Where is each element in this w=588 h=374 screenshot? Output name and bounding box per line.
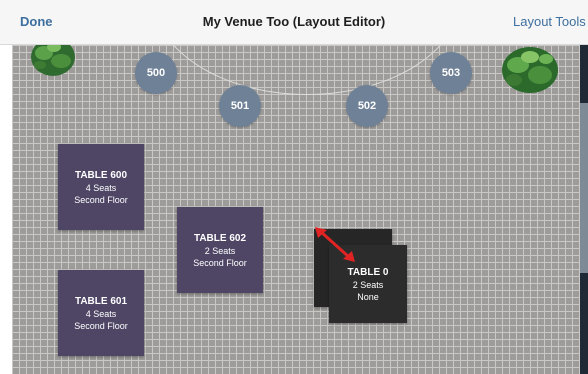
seat-marker[interactable]: 501	[219, 85, 261, 127]
table-seat-count: 4 Seats	[85, 182, 117, 193]
layout-tools-button[interactable]: Layout Tools	[513, 14, 586, 29]
floor-plan-canvas[interactable]: 500 501 502 503 TABLE 600 4 Seats Second…	[12, 45, 588, 374]
wall-edge	[580, 45, 588, 374]
plant-icon	[31, 45, 75, 76]
page-title: My Venue Too (Layout Editor)	[202, 14, 386, 29]
table-name: TABLE 0	[347, 266, 389, 278]
table-seat-count: 2 Seats	[204, 245, 236, 256]
table-area: None	[357, 291, 379, 302]
table-area: Second Floor	[193, 257, 247, 268]
plant-icon	[502, 47, 558, 93]
seating-arc-guide	[152, 45, 462, 95]
table-name: TABLE 602	[193, 232, 247, 244]
table-card[interactable]: TABLE 600 4 Seats Second Floor	[58, 144, 144, 230]
table-name: TABLE 601	[74, 295, 128, 307]
seat-marker[interactable]: 502	[346, 85, 388, 127]
table-area: Second Floor	[74, 320, 128, 331]
table-card[interactable]: TABLE 601 4 Seats Second Floor	[58, 270, 144, 356]
table-seat-count: 4 Seats	[85, 308, 117, 319]
layout-editor-screen: Done My Venue Too (Layout Editor) Layout…	[0, 0, 588, 374]
table-name: TABLE 600	[74, 169, 128, 181]
seat-marker[interactable]: 500	[135, 52, 177, 94]
resize-arrow-icon[interactable]	[312, 225, 358, 265]
navigation-bar: Done My Venue Too (Layout Editor) Layout…	[0, 0, 588, 45]
table-card[interactable]: TABLE 602 2 Seats Second Floor	[177, 207, 263, 293]
table-seat-count: 2 Seats	[352, 279, 384, 290]
table-area: Second Floor	[74, 194, 128, 205]
seat-marker[interactable]: 503	[430, 52, 472, 94]
